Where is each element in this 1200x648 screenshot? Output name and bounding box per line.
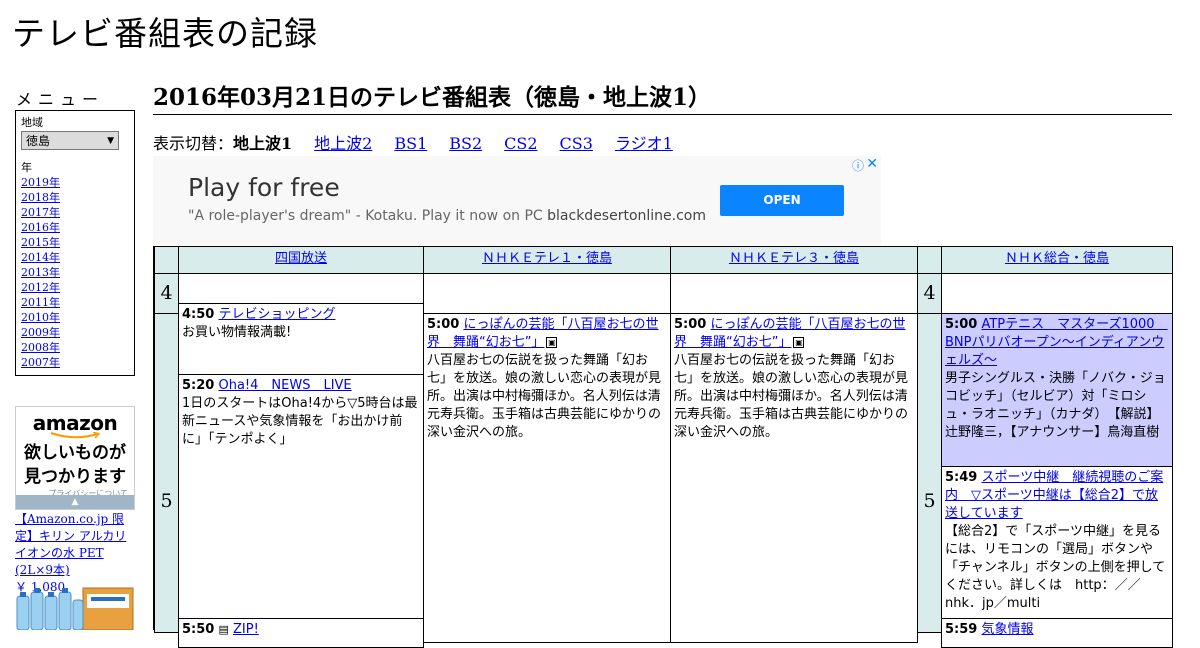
year-link-2016[interactable]: 2016年 [21, 221, 60, 234]
program-title[interactable]: にっぽんの芸能「八百屋お七の世界 舞踊“幻お七”」 [427, 317, 659, 350]
program-title[interactable]: テレビショッピング [218, 307, 335, 322]
year-link-2011[interactable]: 2011年 [21, 296, 60, 309]
tv-schedule-grid: 四国放送 ＮＨＫＥテレ１・徳島 ＮＨＫＥテレ３・徳島 ＮＨＫ総合・徳島 4 4 … [153, 246, 1173, 648]
channel-header-shikoku: 四国放送 [178, 246, 424, 274]
program-shikoku-oha4: 5:20 Oha!4 NEWS LIVE 1日のスタートはOha!4から▽5時台… [178, 374, 424, 619]
channel-header-nhk: ＮＨＫ総合・徳島 [941, 246, 1173, 274]
empty-slot-nhk [941, 273, 1173, 314]
program-shikoku-tv-shopping: 4:50 テレビショッピング お買い物情報満載! [178, 303, 424, 375]
year-link-2013[interactable]: 2013年 [21, 266, 60, 279]
hour-label-4-right: 4 [917, 273, 942, 314]
chevron-down-icon: ▼ [107, 135, 114, 146]
empty-slot-etv3 [670, 273, 918, 314]
header-blank-right [917, 246, 942, 274]
year-link-2019[interactable]: 2019年 [21, 176, 60, 189]
ad-open-button[interactable]: OPEN [720, 185, 844, 216]
program-desc: 八百屋お七の伝説を扱った舞踊「幻お七」を放送。娘の激しい恋心の表現が見所。出演は… [427, 353, 662, 440]
region-select[interactable]: 徳島 ▼ [21, 131, 119, 150]
program-etv1-nippon-geinou: 5:00 にっぽんの芸能「八百屋お七の世界 舞踊“幻お七”」 ▣ 八百屋お七の伝説… [423, 313, 671, 643]
channel-link-etv1[interactable]: ＮＨＫＥテレ１・徳島 [482, 251, 612, 266]
water-bottles-image[interactable] [15, 582, 135, 630]
program-time: 5:00 [945, 317, 978, 332]
program-desc: 男子シングルス・決勝「ノバク・ジョコビッチ」（セルビア）対「ミロシュ・ラオニッチ… [945, 371, 1166, 440]
program-desc: 【総合2】で「スポーツ中継」を見るには、リモコンの「選局」ボタンや「チャンネル」… [945, 524, 1166, 611]
empty-slot-etv1 [423, 273, 671, 314]
year-link-2008[interactable]: 2008年 [21, 341, 60, 354]
hour-label-5-left: 5 [154, 313, 179, 633]
data-broadcast-icon: ▣ [793, 337, 805, 348]
program-desc: お買い物情報満載! [182, 325, 292, 340]
program-title[interactable]: ATPテニス マスターズ1000 BNPパリバオープン～インディアンウェルズ～ [945, 317, 1168, 368]
year-link-2018[interactable]: 2018年 [21, 191, 60, 204]
ad-description: "A role-player's dream" - Kotaku. Play i… [188, 208, 707, 224]
program-time: 5:20 [182, 378, 215, 393]
region-label: 地域 [21, 116, 43, 129]
close-icon[interactable]: ✕ [866, 156, 878, 172]
region-select-value: 徳島 [26, 134, 51, 148]
switch-link-bs2[interactable]: BS2 [449, 134, 482, 153]
year-link-2009[interactable]: 2009年 [21, 326, 60, 339]
year-link-2017[interactable]: 2017年 [21, 206, 60, 219]
program-shikoku-zip: 5:50 ▤ ZIP! [178, 618, 424, 648]
switch-current: 地上波1 [233, 134, 293, 153]
channel-header-etv3: ＮＨＫＥテレ３・徳島 [670, 246, 918, 274]
ad-title: Play for free [188, 173, 340, 202]
year-list: 2019年 2018年 2017年 2016年 2015年 2014年 2013… [21, 175, 129, 370]
switch-link-chijouha2[interactable]: 地上波2 [314, 134, 372, 153]
page-heading: 2016年03月21日のテレビ番組表（徳島・地上波1） [153, 82, 1172, 115]
chevron-up-icon[interactable]: ▲ [16, 495, 134, 509]
display-ad[interactable]: Play for free "A role-player's dream" - … [153, 156, 881, 246]
amazon-tagline-1: 欲しいものが [24, 443, 126, 463]
product-name[interactable]: 【Amazon.co.jp 限定】キリン アルカリイオンの水 PET (2L×9… [15, 512, 126, 577]
display-switcher: 表示切替：地上波1 地上波2 BS1 BS2 CS2 CS3 ラジオ1 [153, 134, 695, 154]
program-title[interactable]: スポーツ中継 継続視聴のご案内 ▽スポーツ中継は【総合2】で放送しています [945, 470, 1163, 521]
channel-header-etv1: ＮＨＫＥテレ１・徳島 [423, 246, 671, 274]
year-label: 年 [21, 161, 32, 174]
program-nhk-atp-tennis: 5:00 ATPテニス マスターズ1000 BNPパリバオープン～インディアンウ… [941, 313, 1173, 467]
program-time: 5:49 [945, 470, 978, 485]
switch-link-radio1[interactable]: ラジオ1 [615, 134, 673, 153]
program-desc: 1日のスタートはOha!4から▽5時台は最新ニュースや気象情報を「お出かけ前に」… [182, 396, 418, 447]
program-nhk-weather: 5:59 気象情報 [941, 618, 1173, 648]
year-link-2012[interactable]: 2012年 [21, 281, 60, 294]
amazon-ad-banner[interactable]: amazon 欲しいものが 見つかります プライバシーについて ▲ [15, 406, 135, 510]
menu-heading: メニュー [16, 90, 105, 109]
year-link-2015[interactable]: 2015年 [21, 236, 60, 249]
program-etv3-nippon-geinou: 5:00 にっぽんの芸能「八百屋お七の世界 舞踊“幻お七”」 ▣ 八百屋お七の伝説… [670, 313, 918, 643]
channel-link-etv3[interactable]: ＮＨＫＥテレ３・徳島 [729, 251, 859, 266]
info-icon[interactable]: ⓘ [852, 157, 864, 174]
channel-link-nhk[interactable]: ＮＨＫ総合・徳島 [1005, 251, 1109, 266]
year-link-2010[interactable]: 2010年 [21, 311, 60, 324]
channel-link-shikoku[interactable]: 四国放送 [275, 251, 327, 266]
year-link-2014[interactable]: 2014年 [21, 251, 60, 264]
program-nhk-sports-notice: 5:49 スポーツ中継 継続視聴のご案内 ▽スポーツ中継は【総合2】で放送してい… [941, 466, 1173, 619]
switch-link-cs3[interactable]: CS3 [560, 134, 593, 153]
site-title: テレビ番組表の記録 [12, 14, 318, 53]
switch-label: 表示切替： [153, 134, 234, 153]
hour-label-5-right: 5 [917, 313, 942, 633]
program-time: 4:50 [182, 307, 215, 322]
year-link-2007[interactable]: 2007年 [21, 356, 60, 369]
ad-url: blackdesertonline.com [547, 208, 707, 224]
program-desc: 八百屋お七の伝説を扱った舞踊「幻お七」を放送。娘の激しい恋心の表現が見所。出演は… [674, 353, 909, 440]
program-time: 5:00 [427, 317, 460, 332]
program-title[interactable]: Oha!4 NEWS LIVE [218, 378, 351, 393]
switch-link-bs1[interactable]: BS1 [394, 134, 427, 153]
program-title[interactable]: にっぽんの芸能「八百屋お七の世界 舞踊“幻お七”」 [674, 317, 906, 350]
amazon-logo: amazon [32, 411, 118, 435]
amazon-tagline-2: 見つかります [24, 467, 126, 487]
data-broadcast-icon: ▣ [546, 337, 558, 348]
switch-link-cs2[interactable]: CS2 [504, 134, 537, 153]
hour-label-4-left: 4 [154, 273, 179, 314]
menu-box: 地域 徳島 ▼ 年 2019年 2018年 2017年 2016年 2015年 … [15, 110, 135, 376]
header-blank-left [154, 246, 179, 274]
program-time: 5:00 [674, 317, 707, 332]
